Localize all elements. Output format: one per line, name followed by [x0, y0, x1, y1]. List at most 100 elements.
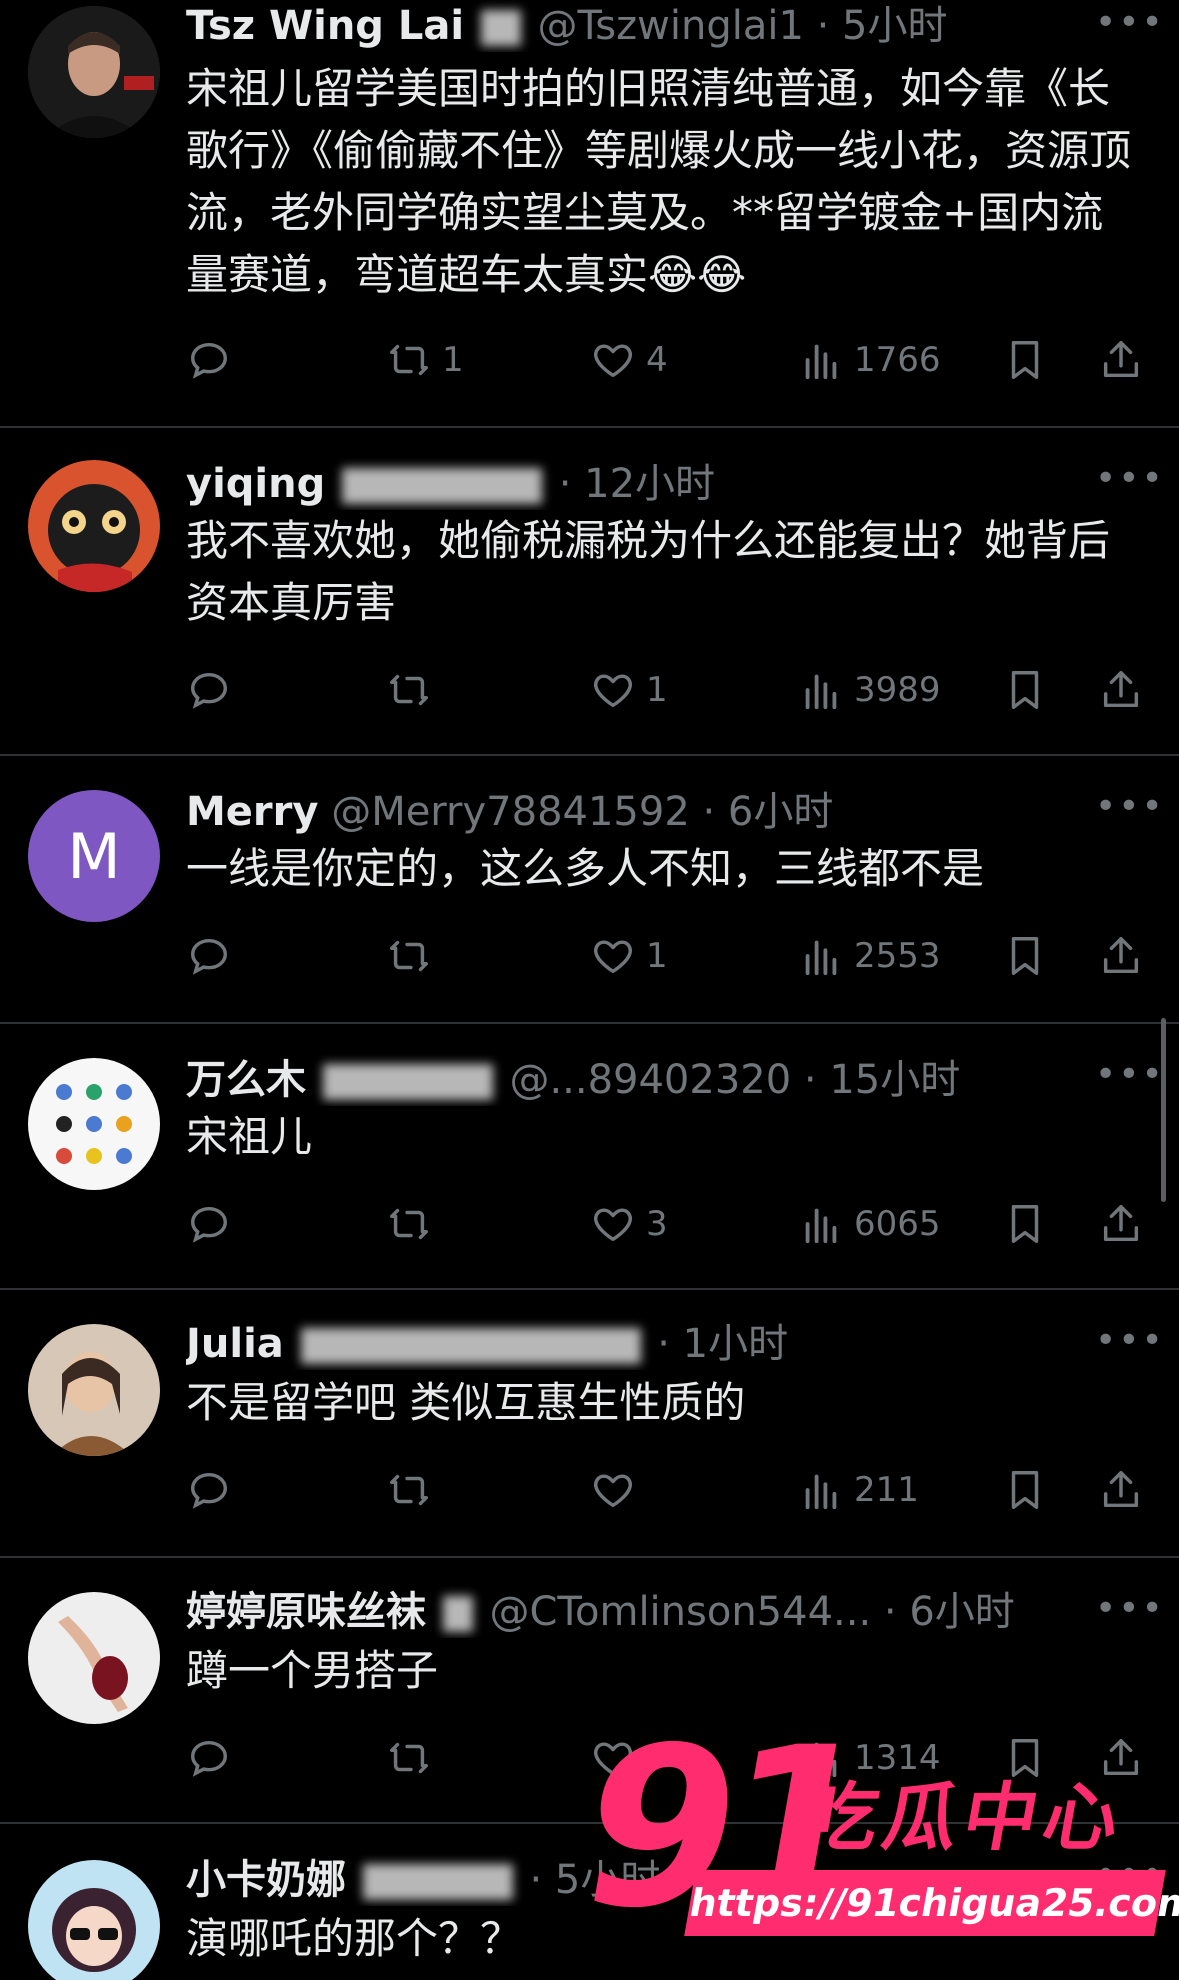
share-button[interactable]	[1098, 330, 1144, 390]
watermark-url: https://91chigua25.com	[684, 1870, 1179, 1936]
post-text: 一线是你定的，这么多人不知，三线都不是	[186, 844, 985, 893]
bookmark-button[interactable]	[1002, 1460, 1048, 1520]
repost-button[interactable]	[386, 926, 442, 986]
post-time[interactable]: 5小时	[842, 3, 947, 49]
avatar[interactable]	[28, 460, 160, 592]
like-icon	[590, 337, 636, 383]
repost-icon	[386, 1201, 432, 1247]
more-options-icon[interactable]: •••	[1095, 789, 1163, 832]
post-time[interactable]: 6小时	[728, 789, 833, 835]
avatar[interactable]	[28, 1324, 160, 1456]
views-icon	[798, 1201, 844, 1247]
post-header: yiqing · 12小时	[186, 461, 716, 507]
bookmark-icon	[1002, 667, 1048, 713]
more-options-icon[interactable]: •••	[1095, 1323, 1163, 1366]
reply-button[interactable]	[186, 1728, 242, 1788]
views-icon	[798, 337, 844, 383]
user-handle[interactable]: @CTomlinson544...	[489, 1589, 871, 1635]
avatar[interactable]	[28, 6, 160, 138]
like-button[interactable]	[590, 1460, 646, 1520]
display-name[interactable]: 婷婷原味丝袜	[186, 1589, 426, 1635]
reply-button[interactable]	[186, 660, 242, 720]
share-button[interactable]	[1098, 1460, 1144, 1520]
bookmark-button[interactable]	[1002, 1194, 1048, 1254]
display-name[interactable]: 小卡奶娜	[186, 1857, 346, 1903]
more-options-icon[interactable]: •••	[1095, 1591, 1163, 1634]
display-name[interactable]: yiqing	[186, 461, 325, 507]
bookmark-icon	[1002, 1201, 1048, 1247]
watermark: 91 吃瓜中心 https://91chigua25.com	[562, 1700, 1179, 1980]
views-count: 2553	[854, 936, 941, 976]
post-time[interactable]: 6小时	[909, 1589, 1014, 1635]
avatar[interactable]	[28, 1592, 160, 1724]
reply-button[interactable]	[186, 330, 242, 390]
reply-icon	[186, 337, 232, 383]
reply-icon	[186, 667, 232, 713]
avatar[interactable]	[28, 1058, 160, 1190]
repost-button[interactable]: 1	[386, 330, 464, 390]
display-name[interactable]: Julia	[186, 1321, 284, 1367]
avatar[interactable]: M	[28, 790, 160, 922]
reply-post[interactable]: Tsz Wing Lai @Tszwinglai1 · 5小时 ••• 宋祖儿留…	[0, 0, 1179, 428]
reply-post[interactable]: Julia · 1小时 ••• 不是留学吧 类似互惠生性质的 211	[0, 1290, 1179, 1558]
repost-icon	[386, 933, 432, 979]
user-handle[interactable]: @Merry78841592	[331, 789, 690, 835]
views-button[interactable]: 1766	[798, 330, 941, 390]
post-time[interactable]: 1小时	[683, 1321, 788, 1367]
repost-button[interactable]	[386, 1728, 442, 1788]
share-icon	[1098, 337, 1144, 383]
action-bar: 1 3989	[186, 660, 1159, 720]
post-time[interactable]: 15小时	[829, 1057, 960, 1103]
like-icon	[590, 667, 636, 713]
post-text: 不是留学吧 类似互惠生性质的	[186, 1378, 746, 1427]
reply-icon	[186, 1201, 232, 1247]
repost-icon	[386, 1735, 432, 1781]
avatar-initial: M	[67, 820, 121, 893]
reply-post[interactable]: yiqing · 12小时 ••• 我不喜欢她，她偷税漏税为什么还能复出？她背后…	[0, 428, 1179, 756]
display-name[interactable]: Tsz Wing Lai	[186, 3, 464, 49]
repost-button[interactable]	[386, 1460, 442, 1520]
post-header: Julia · 1小时	[186, 1321, 789, 1367]
more-options-icon[interactable]: •••	[1095, 461, 1163, 504]
views-button[interactable]: 2553	[798, 926, 941, 986]
post-text: 宋祖儿	[186, 1112, 313, 1161]
reply-button[interactable]	[186, 1194, 242, 1254]
display-name[interactable]: Merry	[186, 789, 318, 835]
scrollbar[interactable]	[1161, 1018, 1166, 1202]
like-button[interactable]: 3	[590, 1194, 668, 1254]
share-button[interactable]	[1098, 1194, 1144, 1254]
share-button[interactable]	[1098, 926, 1144, 986]
action-bar: 1 2553	[186, 926, 1159, 986]
more-options-icon[interactable]: •••	[1095, 1057, 1163, 1100]
repost-count: 1	[442, 340, 464, 380]
bookmark-button[interactable]	[1002, 926, 1048, 986]
views-button[interactable]: 3989	[798, 660, 941, 720]
display-name[interactable]: 万么木	[186, 1057, 306, 1103]
post-time[interactable]: 12小时	[584, 461, 715, 507]
like-button[interactable]: 4	[590, 330, 668, 390]
user-handle[interactable]: @Tszwinglai1	[537, 3, 803, 49]
repost-button[interactable]	[386, 660, 442, 720]
like-button[interactable]: 1	[590, 660, 668, 720]
reply-button[interactable]	[186, 926, 242, 986]
reply-icon	[186, 1735, 232, 1781]
post-header: 婷婷原味丝袜 @CTomlinson544... · 6小时	[186, 1589, 1015, 1635]
views-count: 1766	[854, 340, 941, 380]
reply-post[interactable]: 万么木 @...89402320 · 15小时 ••• 宋祖儿 3 6065	[0, 1024, 1179, 1290]
reply-button[interactable]	[186, 1460, 242, 1520]
bookmark-button[interactable]	[1002, 660, 1048, 720]
share-button[interactable]	[1098, 660, 1144, 720]
repost-button[interactable]	[386, 1194, 442, 1254]
reply-icon	[186, 933, 232, 979]
bookmark-icon	[1002, 1467, 1048, 1513]
views-button[interactable]: 211	[798, 1460, 919, 1520]
avatar[interactable]	[28, 1860, 160, 1980]
bookmark-button[interactable]	[1002, 330, 1048, 390]
post-header: 万么木 @...89402320 · 15小时	[186, 1057, 961, 1103]
user-handle[interactable]: @...89402320	[509, 1057, 791, 1103]
like-button[interactable]: 1	[590, 926, 668, 986]
post-text: 宋祖儿留学美国时拍的旧照清纯普通，如今靠《长歌行》《偷偷藏不住》等剧爆火成一线小…	[186, 64, 1132, 299]
more-options-icon[interactable]: •••	[1095, 5, 1163, 48]
reply-post[interactable]: M Merry @Merry78841592 · 6小时 ••• 一线是你定的，…	[0, 756, 1179, 1024]
views-button[interactable]: 6065	[798, 1194, 941, 1254]
